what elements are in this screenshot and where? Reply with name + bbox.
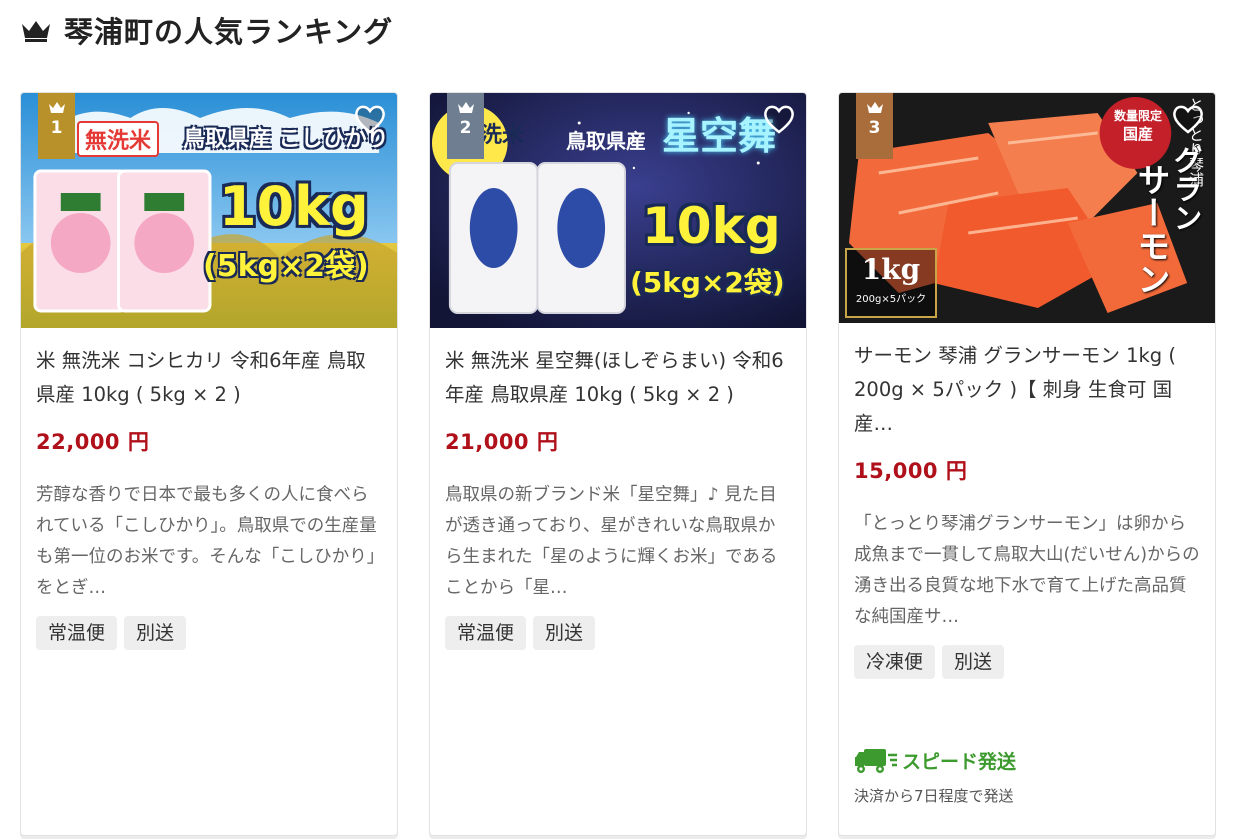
page-title: 琴浦町の人気ランキング bbox=[64, 15, 394, 49]
image-origin-text: 鳥取県産 bbox=[566, 129, 646, 153]
product-price: 22,000 円 bbox=[36, 430, 150, 454]
speed-shipping-label: スピード発送 bbox=[902, 751, 1017, 773]
image-badge-muse: 無洗米 bbox=[77, 121, 160, 157]
rank-number: 2 bbox=[459, 118, 472, 138]
shipping-tags: 常温便 別送 bbox=[445, 616, 791, 650]
product-title[interactable]: サーモン 琴浦 グランサーモン 1kg ( 200g × 5パック )【 刺身 … bbox=[854, 339, 1200, 441]
product-title[interactable]: 米 無洗米 星空舞(ほしぞらまい) 令和6年産 鳥取県産 10kg ( 5kg … bbox=[445, 344, 791, 412]
shipping-note: 決済から7日程度で発送 bbox=[854, 787, 1014, 805]
crown-icon bbox=[457, 102, 474, 113]
product-description: 「とっとり琴浦グランサーモン」は卵から成魚まで一貫して鳥取大山(だいせん)からの… bbox=[854, 514, 1200, 627]
tag-separate-delivery: 別送 bbox=[942, 645, 1005, 679]
product-image-2[interactable]: 洗米 鳥取県産 星空舞 10kg (5kg×2袋) 2 bbox=[430, 93, 806, 328]
shipping-tags: 冷凍便 別送 bbox=[854, 645, 1200, 679]
product-card-3[interactable]: 数量限定 国産 とっとり琴浦 グラン サーモン 1kg 200g×5パック 3 … bbox=[838, 92, 1216, 836]
image-weight-text: 1kg bbox=[861, 253, 921, 286]
image-pack-text: (5kg×2袋) bbox=[203, 249, 369, 284]
product-price: 21,000 円 bbox=[445, 430, 559, 454]
rank-badge-2: 2 bbox=[447, 93, 484, 159]
product-description: 芳醇な香りで日本で最も多くの人に食べられている「こしひかり」。鳥取県での生産量も… bbox=[36, 485, 377, 598]
product-description: 鳥取県の新ブランド米「星空舞」♪ 見た目が透き通っており、星がきれいな鳥取県から… bbox=[445, 485, 778, 598]
speed-shipping-badge: スピード発送 bbox=[854, 747, 1016, 774]
image-badge-muse: 洗米 bbox=[480, 123, 525, 148]
image-weight-text: 10kg bbox=[219, 175, 369, 238]
product-price: 15,000 円 bbox=[854, 459, 968, 483]
rank-badge-1: 1 bbox=[38, 93, 75, 159]
limited-text: 数量限定 bbox=[1113, 109, 1162, 123]
tag-separate-delivery: 別送 bbox=[533, 616, 596, 650]
domestic-text: 国産 bbox=[1122, 125, 1153, 143]
product-image-1[interactable]: 無洗米 鳥取県産 こしひかり 10kg (5kg×2袋) 1 bbox=[21, 93, 397, 328]
image-limited-badge: 数量限定 国産 bbox=[1107, 107, 1169, 143]
product-card-1[interactable]: 無洗米 鳥取県産 こしひかり 10kg (5kg×2袋) 1 米 無洗米 コシヒ… bbox=[20, 92, 398, 836]
product-title[interactable]: 米 無洗米 コシヒカリ 令和6年産 鳥取県産 10kg ( 5kg × 2 ) bbox=[36, 344, 382, 412]
favorite-heart-icon[interactable] bbox=[1171, 103, 1205, 135]
rank-badge-3: 3 bbox=[856, 93, 893, 159]
crown-icon bbox=[866, 102, 883, 113]
truck-icon bbox=[855, 748, 897, 773]
tag-separate-delivery: 別送 bbox=[124, 616, 187, 650]
image-brand-text-2: サーモン bbox=[1132, 163, 1171, 295]
product-card-2[interactable]: 洗米 鳥取県産 星空舞 10kg (5kg×2袋) 2 米 無洗米 星空舞(ほし… bbox=[429, 92, 807, 836]
tag-shipping-type: 冷凍便 bbox=[854, 645, 936, 679]
favorite-heart-icon[interactable] bbox=[353, 103, 387, 135]
shipping-tags: 常温便 別送 bbox=[36, 616, 382, 650]
favorite-heart-icon[interactable] bbox=[762, 103, 796, 135]
crown-icon bbox=[22, 21, 50, 42]
rank-number: 1 bbox=[50, 118, 63, 138]
tag-shipping-type: 常温便 bbox=[445, 616, 527, 650]
image-weight-text: 10kg bbox=[642, 197, 781, 255]
image-weight-box: 1kg 200g×5パック bbox=[845, 248, 937, 318]
product-image-3[interactable]: 数量限定 国産 とっとり琴浦 グラン サーモン 1kg 200g×5パック 3 bbox=[839, 93, 1215, 323]
crown-icon bbox=[48, 102, 65, 113]
tag-shipping-type: 常温便 bbox=[36, 616, 118, 650]
image-pack-text: 200g×5パック bbox=[855, 294, 927, 305]
image-brand-text: 星空舞 bbox=[662, 114, 777, 158]
rank-number: 3 bbox=[868, 118, 881, 138]
image-pack-text: (5kg×2袋) bbox=[630, 266, 785, 299]
ranking-header: 琴浦町の人気ランキング bbox=[20, 10, 393, 50]
